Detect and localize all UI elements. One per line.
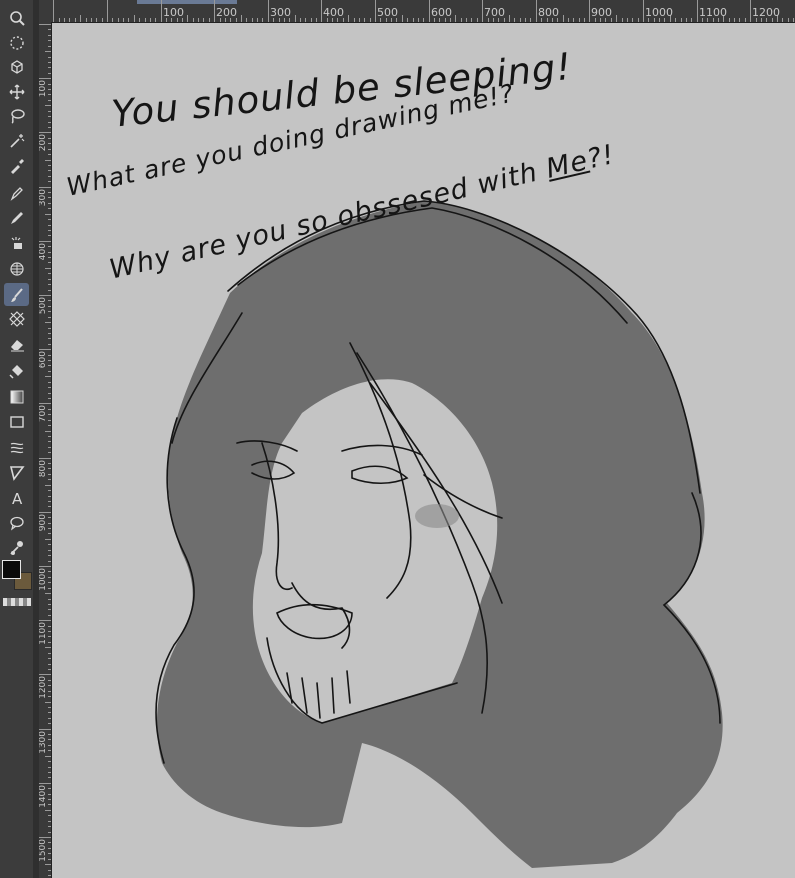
paths-triangle-icon <box>9 465 25 481</box>
v-ruler-label: 1500 <box>39 839 48 862</box>
rectangle-icon <box>9 415 24 428</box>
warp-transform-tool[interactable] <box>4 436 29 459</box>
ink-pen-icon <box>10 186 23 201</box>
v-ruler-label: 900 <box>39 514 48 532</box>
move-arrows-icon <box>9 84 24 99</box>
eraser-tool[interactable] <box>4 332 29 355</box>
h-ruler-label: 800 <box>538 6 559 19</box>
foreground-color-swatch[interactable] <box>2 560 21 579</box>
perspective-tool[interactable] <box>4 257 29 280</box>
v-ruler-label: 700 <box>39 405 48 423</box>
paintbrush-tool[interactable] <box>4 283 29 306</box>
magic-wand-icon <box>9 133 24 148</box>
bucket-icon <box>8 364 23 379</box>
gradient-icon <box>10 390 23 403</box>
airbrush-icon <box>11 236 22 249</box>
h-ruler-label: 700 <box>484 6 505 19</box>
fuzzy-select-tool[interactable] <box>4 129 29 152</box>
lasso-dashed-icon <box>9 35 24 50</box>
v-ruler-label: 1100 <box>39 622 48 645</box>
pencil-icon <box>10 211 23 224</box>
ink-tool[interactable] <box>4 181 29 204</box>
h-ruler-label: 500 <box>377 6 398 19</box>
pencil-tool[interactable] <box>4 206 29 229</box>
horizontal-ruler[interactable]: 1002003004005006007008009001000110012001… <box>51 0 795 23</box>
v-ruler-label: 200 <box>39 134 48 152</box>
toolbox: A <box>0 0 34 878</box>
drawing-canvas[interactable]: You should be sleeping! What are you doi… <box>52 23 795 878</box>
magnifier-icon <box>9 10 25 26</box>
v-ruler-label: 500 <box>39 297 48 315</box>
foreground-select-tool[interactable] <box>4 536 29 559</box>
fg-bg-color-swatch[interactable] <box>2 560 32 592</box>
ruler-corner[interactable] <box>39 0 51 22</box>
free-select-tool[interactable] <box>4 31 29 54</box>
h-ruler-label: 100 <box>163 6 184 19</box>
paths-tool[interactable] <box>4 461 29 484</box>
zoom-tool[interactable] <box>4 6 29 29</box>
move-tool[interactable] <box>4 80 29 103</box>
v-ruler-label: 1200 <box>39 676 48 699</box>
v-ruler-label: 400 <box>39 243 48 261</box>
color-picker-tool[interactable] <box>4 154 29 177</box>
eyedropper-icon <box>10 158 24 174</box>
v-ruler-label: 600 <box>39 351 48 369</box>
text-tool[interactable]: A <box>4 486 29 509</box>
v-ruler-label: 1300 <box>39 731 48 754</box>
h-ruler-label: 1200 <box>752 6 780 19</box>
h-ruler-label: 900 <box>591 6 612 19</box>
eraser-icon <box>10 339 24 351</box>
vertical-ruler[interactable]: 100 200 300 400 500 600 700 800 900 1000 1100 1200 1… <box>39 22 52 878</box>
bucket-fill-tool[interactable] <box>4 359 29 382</box>
gradient-tool[interactable] <box>4 385 29 408</box>
svg-text:A: A <box>12 490 23 506</box>
quick-mask-toggle[interactable] <box>3 598 31 606</box>
clone-pattern-icon <box>8 310 25 327</box>
speech-bubble-tool[interactable] <box>4 511 29 534</box>
v-ruler-label: 100 <box>39 80 48 98</box>
warp-icon <box>10 442 23 453</box>
brush-icon <box>10 287 23 302</box>
speech-bubble-icon <box>9 516 24 530</box>
grid-globe-icon <box>9 261 24 276</box>
v-ruler-label: 1000 <box>39 568 48 591</box>
v-ruler-label: 1400 <box>39 785 48 808</box>
cheek-shading <box>415 504 459 528</box>
h-ruler-label: 600 <box>431 6 452 19</box>
h-ruler-label: 1000 <box>645 6 673 19</box>
h-ruler-label: 200 <box>216 6 237 19</box>
h-ruler-label: 400 <box>323 6 344 19</box>
rect-select-tool[interactable] <box>4 410 29 433</box>
v-ruler-label: 800 <box>39 460 48 478</box>
h-ruler-label: 1100 <box>699 6 727 19</box>
lasso-tool[interactable] <box>4 104 29 127</box>
clone-tool[interactable] <box>4 307 29 330</box>
text-a-icon: A <box>12 490 23 506</box>
transform-cube-icon <box>10 59 23 74</box>
airbrush-tool[interactable] <box>4 231 29 254</box>
lasso-icon <box>10 108 25 124</box>
v-ruler-label: 300 <box>39 189 48 207</box>
foreground-select-icon <box>9 540 23 555</box>
h-ruler-label: 300 <box>270 6 291 19</box>
unified-transform-tool[interactable] <box>4 55 29 78</box>
